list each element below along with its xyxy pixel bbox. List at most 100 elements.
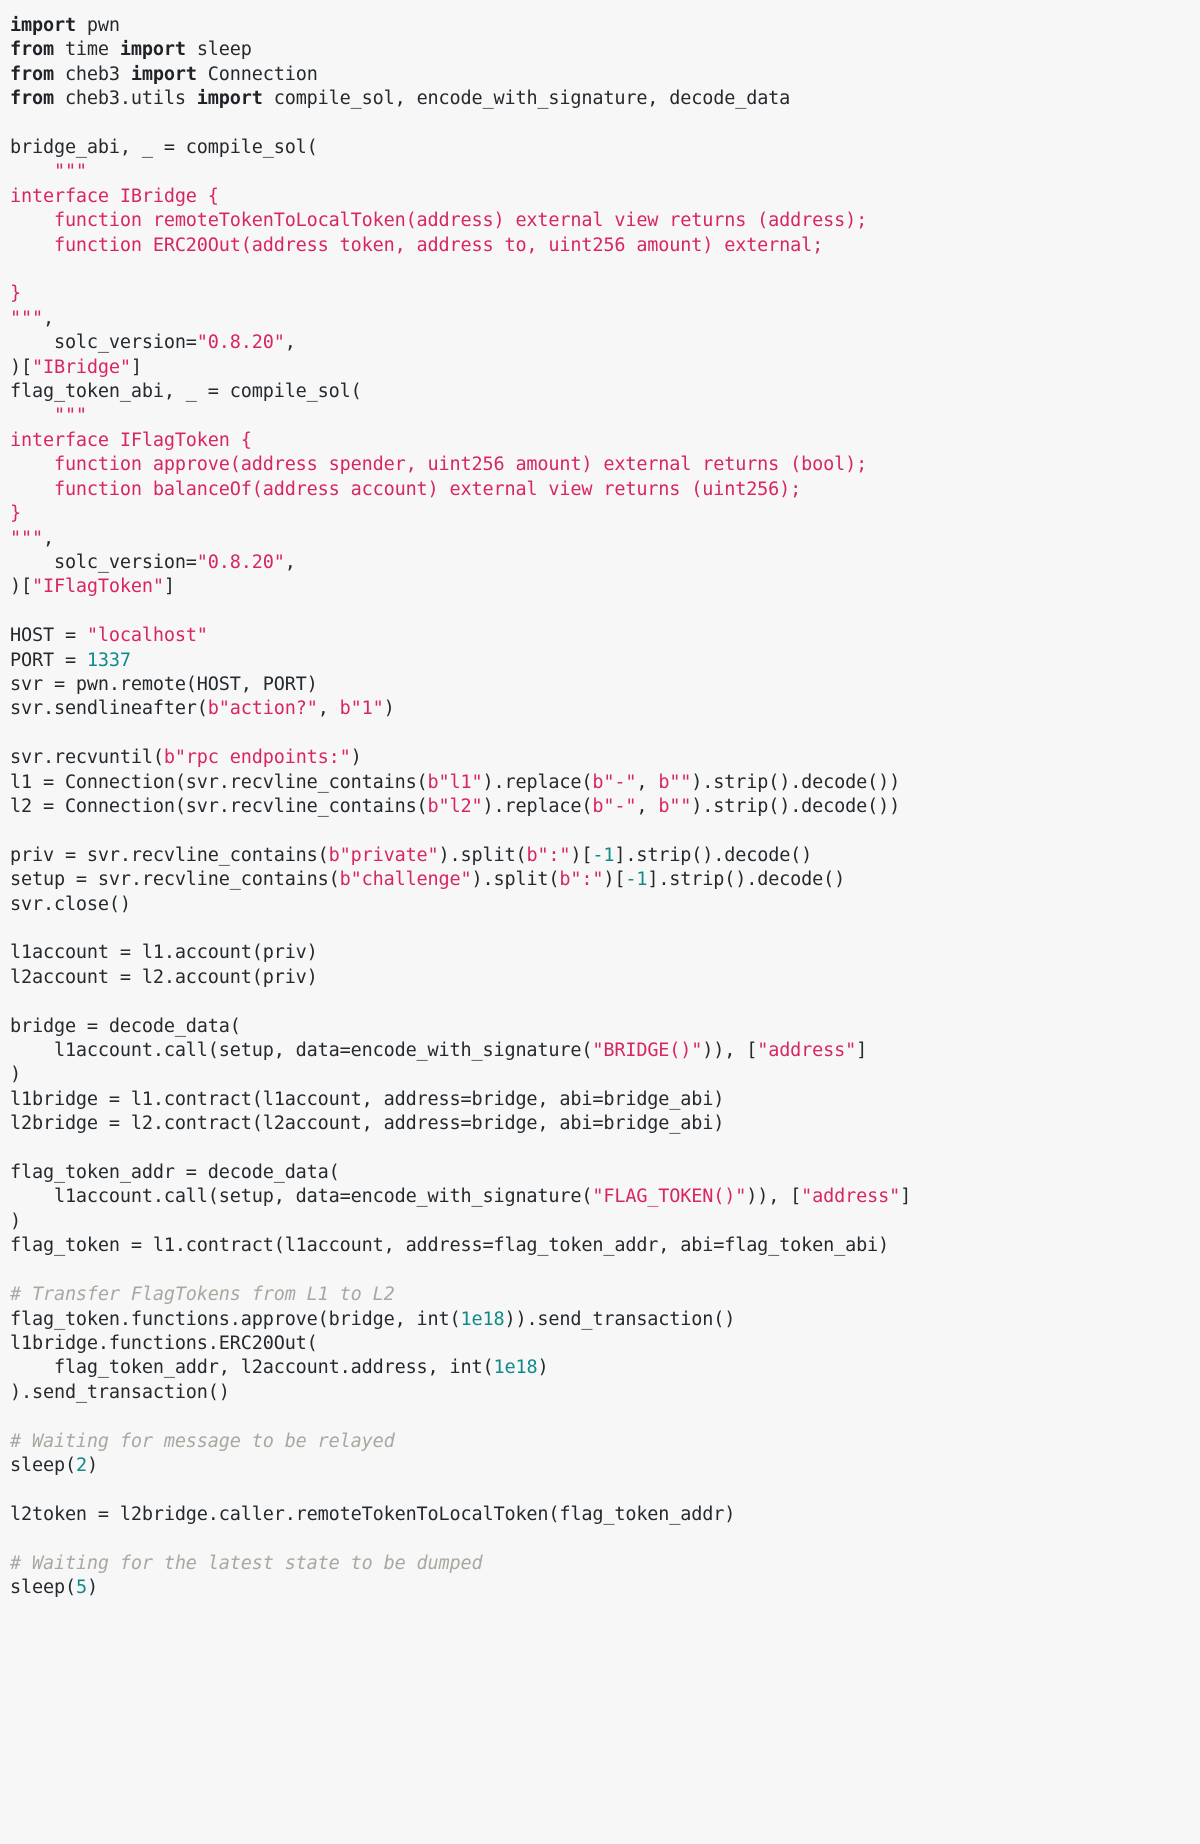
code-token-num: 1e18	[460, 1308, 505, 1330]
code-token-str: function balanceOf(address account) exte…	[10, 478, 802, 500]
code-token-com: # Waiting for message to be relayed	[10, 1430, 395, 1452]
code-line: l1account = l1.account(priv)	[10, 941, 1200, 965]
code-line: l2account = l2.account(priv)	[10, 966, 1200, 990]
code-line: )["IFlagToken"]	[10, 575, 1200, 599]
code-token-plain: ,	[42, 527, 54, 549]
code-token-num: 1337	[86, 649, 131, 671]
code-token-plain: ,	[636, 771, 659, 793]
code-block: import pwn from time import sleep from che…	[0, 0, 1200, 1600]
code-token-str: "IFlagToken"	[31, 576, 164, 598]
code-token-plain: )	[383, 698, 395, 720]
code-token-str: b"-"	[592, 771, 637, 793]
code-line: svr.recvuntil(b"rpc endpoints:")	[10, 746, 1200, 770]
code-token-plain: )	[537, 1357, 549, 1379]
code-token-str: b"l1"	[427, 771, 483, 793]
code-token-str: function approve(address spender, uint25…	[10, 454, 868, 476]
code-token-plain: l1account.call(setup, data=encode_with_s…	[10, 1040, 593, 1062]
code-token-plain: flag_token = l1.contract(l1account, addr…	[10, 1235, 890, 1257]
code-line: # Waiting for the latest state to be dum…	[10, 1552, 1200, 1576]
code-token-plain: ).split(	[471, 869, 560, 891]
code-token-plain: l1account = l1.account(priv)	[10, 942, 318, 964]
code-line: l1 = Connection(svr.recvline_contains(b"…	[10, 771, 1200, 795]
code-token-plain: ]	[900, 1186, 912, 1208]
code-line: priv = svr.recvline_contains(b"private")…	[10, 844, 1200, 868]
code-token-plain: HOST =	[10, 625, 87, 647]
code-token-str: b""	[658, 795, 692, 817]
code-line: """	[10, 160, 1200, 184]
code-line: l2 = Connection(svr.recvline_contains(b"…	[10, 795, 1200, 819]
code-token-str: b"private"	[328, 844, 439, 866]
code-token-str: """	[10, 161, 87, 183]
code-line: svr.sendlineafter(b"action?", b"1")	[10, 697, 1200, 721]
code-token-plain: sleep(	[10, 1454, 76, 1476]
code-token-plain: ]	[130, 356, 142, 378]
code-token-plain: )[	[10, 356, 32, 378]
code-token-plain: flag_token.functions.approve(bridge, int…	[10, 1308, 461, 1330]
code-line: function balanceOf(address account) exte…	[10, 478, 1200, 502]
code-token-com: # Waiting for the latest state to be dum…	[10, 1552, 483, 1574]
code-token-plain: cheb3.utils	[53, 88, 197, 110]
code-token-plain: flag_token_addr = decode_data(	[10, 1162, 340, 1184]
code-line: ).send_transaction()	[10, 1381, 1200, 1405]
code-line: solc_version="0.8.20",	[10, 331, 1200, 355]
code-line: l1bridge.functions.ERC20Out(	[10, 1332, 1200, 1356]
code-token-plain: ).strip().decode())	[691, 771, 901, 793]
code-token-plain: ,	[284, 551, 296, 573]
code-token-kw: import	[10, 15, 76, 36]
code-line: flag_token_addr, l2account.address, int(…	[10, 1356, 1200, 1380]
code-line: interface IFlagToken {	[10, 429, 1200, 453]
code-token-plain: )	[86, 1454, 98, 1476]
code-token-plain: svr.sendlineafter(	[10, 698, 208, 720]
code-line: l1bridge = l1.contract(l1account, addres…	[10, 1088, 1200, 1112]
code-token-plain: )), [	[746, 1186, 802, 1208]
code-line: bridge_abi, _ = compile_sol(	[10, 136, 1200, 160]
code-token-plain: l2token = l2bridge.caller.remoteTokenToL…	[10, 1503, 736, 1525]
code-token-plain: )	[10, 1064, 21, 1086]
code-token-plain: )[	[10, 576, 32, 598]
code-token-plain: ].strip().decode()	[647, 869, 846, 891]
code-token-plain: )	[10, 1210, 21, 1232]
code-line: sleep(5)	[10, 1576, 1200, 1600]
code-token-plain: ,	[317, 698, 340, 720]
code-token-plain: l1bridge.functions.ERC20Out(	[10, 1332, 318, 1354]
code-line: from cheb3 import Connection	[10, 63, 1200, 87]
code-token-plain: ].strip().decode()	[614, 844, 813, 866]
code-token-plain: time	[53, 39, 120, 61]
code-token-plain: ,	[284, 332, 296, 354]
code-line: )["IBridge"]	[10, 356, 1200, 380]
code-token-str: b"l2"	[427, 795, 483, 817]
code-token-str: interface IBridge {	[10, 185, 219, 207]
code-token-plain: sleep	[185, 39, 252, 61]
code-token-plain: l2 = Connection(svr.recvline_contains(	[10, 795, 428, 817]
code-token-str: b"rpc endpoints:"	[163, 747, 351, 769]
code-token-str: "BRIDGE()"	[592, 1040, 703, 1062]
code-token-plain: ).strip().decode())	[691, 795, 901, 817]
code-token-plain: )).send_transaction()	[504, 1308, 736, 1330]
code-token-str: "FLAG_TOKEN()"	[592, 1186, 747, 1208]
code-line: l1account.call(setup, data=encode_with_s…	[10, 1039, 1200, 1063]
code-line: }	[10, 282, 1200, 306]
code-token-plain: svr.close()	[10, 893, 131, 915]
code-token-plain: compile_sol, encode_with_signature, deco…	[262, 88, 791, 110]
code-token-plain: l2bridge = l2.contract(l2account, addres…	[10, 1113, 725, 1135]
code-token-plain: ).replace(	[482, 771, 593, 793]
code-token-plain: ,	[636, 795, 659, 817]
code-token-str: """	[10, 405, 87, 427]
code-token-kw: from	[10, 39, 54, 61]
code-token-plain: ).split(	[438, 844, 527, 866]
code-token-plain: l1bridge = l1.contract(l1account, addres…	[10, 1088, 725, 1110]
code-line: flag_token = l1.contract(l1account, addr…	[10, 1234, 1200, 1258]
code-line: from time import sleep	[10, 38, 1200, 62]
code-token-str: interface IFlagToken {	[10, 429, 252, 451]
code-line: """	[10, 404, 1200, 428]
code-line: from cheb3.utils import compile_sol, enc…	[10, 87, 1200, 111]
code-line: solc_version="0.8.20",	[10, 551, 1200, 575]
